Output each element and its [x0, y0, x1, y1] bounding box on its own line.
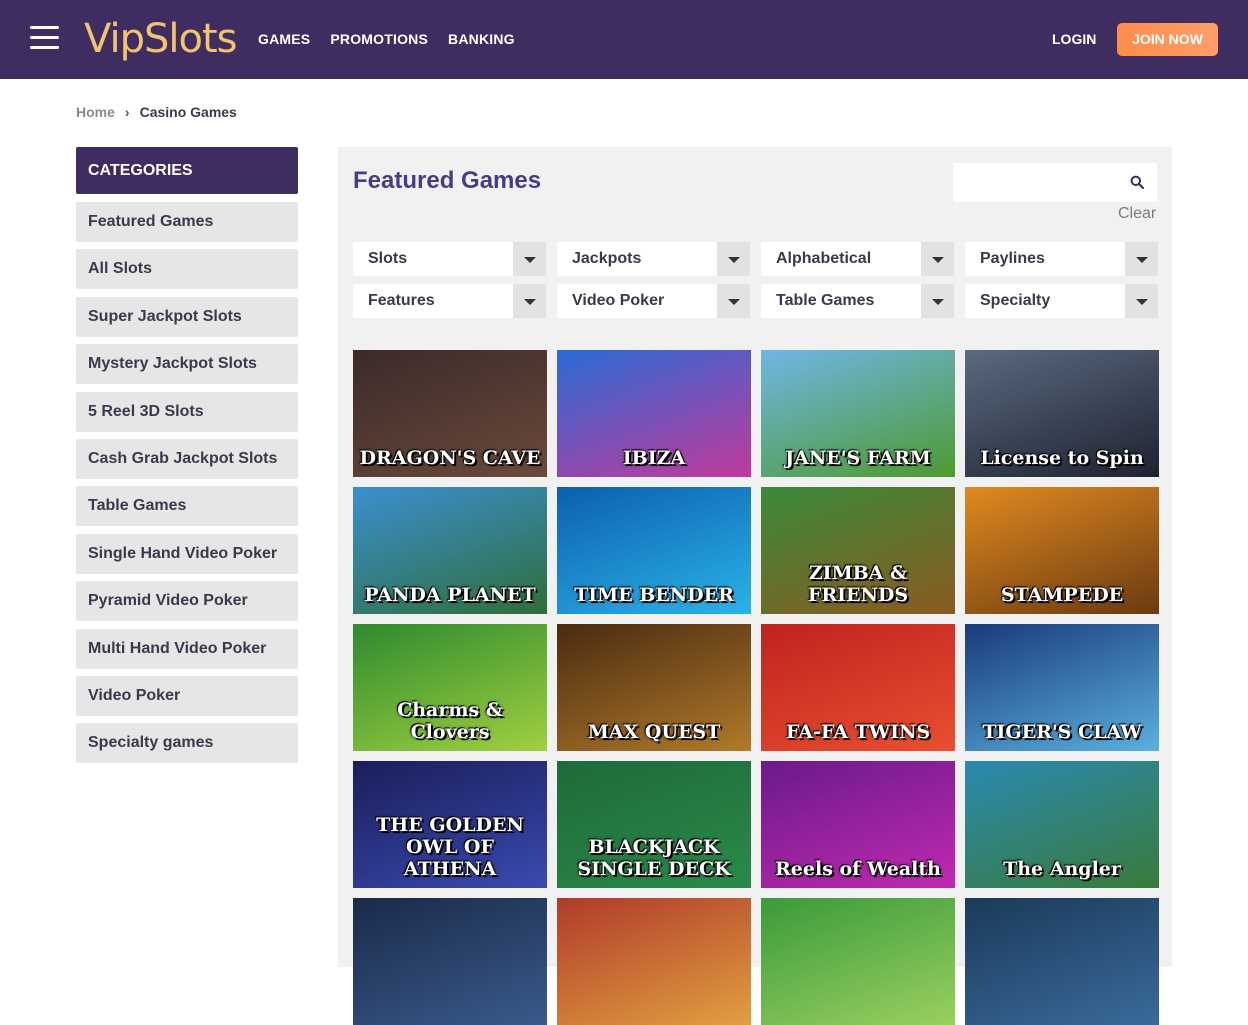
- filter-table-games[interactable]: Table Games: [761, 284, 954, 318]
- game-title: FA-FA TWINS: [785, 721, 931, 743]
- chevron-right-icon: ›: [124, 104, 130, 120]
- nav-banking[interactable]: BANKING: [448, 31, 515, 47]
- filter-label: Jackpots: [572, 250, 642, 267]
- game-title: Charms & Clovers: [397, 699, 503, 743]
- filter-label: Alphabetical: [776, 250, 872, 267]
- vipslots-logo[interactable]: VipSlots: [84, 12, 237, 66]
- game-tile[interactable]: DRAGON'S CAVE: [353, 350, 547, 477]
- caret-down-icon[interactable]: [1125, 284, 1158, 318]
- caret-down-icon[interactable]: [717, 242, 750, 276]
- game-tile[interactable]: BLACKJACK SINGLE DECK: [557, 761, 751, 888]
- filter-paylines[interactable]: Paylines: [965, 242, 1158, 276]
- caret-down-icon[interactable]: [921, 284, 954, 318]
- caret-down-icon[interactable]: [513, 284, 546, 318]
- filter-label: Specialty: [980, 292, 1051, 309]
- filter-label: Features: [368, 292, 435, 309]
- filter-bar: Slots Jackpots Alphabetical Paylines Fea…: [353, 242, 1158, 318]
- game-title: License to Spin: [980, 447, 1144, 469]
- filter-video-poker[interactable]: Video Poker: [557, 284, 750, 318]
- clear-link[interactable]: Clear: [1118, 205, 1156, 223]
- categories-sidebar: CATEGORIES Featured Games All Slots Supe…: [76, 147, 298, 771]
- game-title: PANDA PLANET: [364, 584, 536, 606]
- game-tile[interactable]: TIME BENDER: [557, 487, 751, 614]
- caret-down-icon[interactable]: [717, 284, 750, 318]
- search-icon[interactable]: [1130, 175, 1144, 189]
- filter-alphabetical[interactable]: Alphabetical: [761, 242, 954, 276]
- games-panel: Featured Games Clear Slots Jackpots Alph…: [338, 147, 1172, 1025]
- category-single-hand-video-poker[interactable]: Single Hand Video Poker: [76, 533, 298, 574]
- game-title: MAX QUEST: [587, 721, 721, 743]
- filter-label: Table Games: [776, 292, 875, 309]
- game-tile[interactable]: STAMPEDE: [965, 487, 1159, 614]
- category-all-slots[interactable]: All Slots: [76, 249, 298, 290]
- main-nav: GAMES PROMOTIONS BANKING: [258, 31, 515, 47]
- game-tile[interactable]: TIGER'S CLAW: [965, 624, 1159, 751]
- caret-down-icon[interactable]: [513, 242, 546, 276]
- game-tile[interactable]: License to Spin: [965, 350, 1159, 477]
- game-tile[interactable]: THE GOLDEN OWL OF ATHENA: [353, 761, 547, 888]
- game-tile[interactable]: [761, 898, 955, 1025]
- categories-heading: CATEGORIES: [76, 147, 298, 194]
- join-now-button[interactable]: JOIN NOW: [1117, 23, 1218, 56]
- game-title: The Angler: [1003, 858, 1121, 880]
- caret-down-icon[interactable]: [921, 242, 954, 276]
- page-title: Featured Games: [353, 167, 542, 194]
- game-title: BLACKJACK SINGLE DECK: [577, 836, 731, 880]
- filter-label: Video Poker: [572, 292, 665, 309]
- category-featured-games[interactable]: Featured Games: [76, 202, 298, 242]
- category-pyramid-video-poker[interactable]: Pyramid Video Poker: [76, 581, 298, 622]
- game-tile[interactable]: JANE'S FARM: [761, 350, 955, 477]
- category-cash-grab-jackpot-slots[interactable]: Cash Grab Jackpot Slots: [76, 438, 298, 479]
- filter-slots[interactable]: Slots: [353, 242, 546, 276]
- menu-icon[interactable]: [30, 26, 59, 49]
- game-tile[interactable]: ZIMBA & FRIENDS: [761, 487, 955, 614]
- game-title: TIME BENDER: [574, 584, 734, 606]
- filter-label: Paylines: [980, 250, 1045, 267]
- login-link[interactable]: LOGIN: [1052, 31, 1096, 47]
- top-navigation-bar: VipSlots GAMES PROMOTIONS BANKING LOGIN …: [0, 0, 1248, 79]
- category-super-jackpot-slots[interactable]: Super Jackpot Slots: [76, 296, 298, 337]
- breadcrumb: Home › Casino Games: [76, 104, 237, 120]
- game-tile[interactable]: PANDA PLANET: [353, 487, 547, 614]
- game-title: THE GOLDEN OWL OF ATHENA: [376, 814, 524, 880]
- games-grid: DRAGON'S CAVE IBIZA JANE'S FARM License to …: [353, 350, 1159, 1025]
- game-tile[interactable]: [557, 898, 751, 1025]
- filter-specialty[interactable]: Specialty: [965, 284, 1158, 318]
- game-title: IBIZA: [622, 447, 686, 469]
- category-specialty-games[interactable]: Specialty games: [76, 723, 298, 764]
- category-mystery-jackpot-slots[interactable]: Mystery Jackpot Slots: [76, 344, 298, 385]
- game-tile[interactable]: MAX QUEST: [557, 624, 751, 751]
- game-title: DRAGON'S CAVE: [359, 447, 541, 469]
- breadcrumb-current: Casino Games: [139, 104, 237, 120]
- game-tile[interactable]: [353, 898, 547, 1025]
- game-tile[interactable]: IBIZA: [557, 350, 751, 477]
- game-title: JANE'S FARM: [785, 447, 931, 469]
- game-title: STAMPEDE: [1000, 584, 1124, 606]
- search-input[interactable]: [953, 163, 1157, 202]
- game-tile[interactable]: FA-FA TWINS: [761, 624, 955, 751]
- game-title: Reels of Wealth: [775, 858, 941, 880]
- game-title: ZIMBA & FRIENDS: [807, 562, 909, 606]
- nav-games[interactable]: GAMES: [258, 31, 310, 47]
- game-tile[interactable]: The Angler: [965, 761, 1159, 888]
- category-table-games[interactable]: Table Games: [76, 486, 298, 527]
- breadcrumb-home[interactable]: Home: [76, 104, 115, 120]
- game-tile[interactable]: Charms & Clovers: [353, 624, 547, 751]
- category-video-poker[interactable]: Video Poker: [76, 675, 298, 716]
- category-multi-hand-video-poker[interactable]: Multi Hand Video Poker: [76, 628, 298, 669]
- game-title: TIGER'S CLAW: [982, 721, 1142, 743]
- filter-features[interactable]: Features: [353, 284, 546, 318]
- caret-down-icon[interactable]: [1125, 242, 1158, 276]
- filter-jackpots[interactable]: Jackpots: [557, 242, 750, 276]
- game-tile[interactable]: [965, 898, 1159, 1025]
- nav-promotions[interactable]: PROMOTIONS: [330, 31, 428, 47]
- filter-label: Slots: [368, 250, 408, 267]
- category-5-reel-3d-slots[interactable]: 5 Reel 3D Slots: [76, 391, 298, 432]
- game-tile[interactable]: Reels of Wealth: [761, 761, 955, 888]
